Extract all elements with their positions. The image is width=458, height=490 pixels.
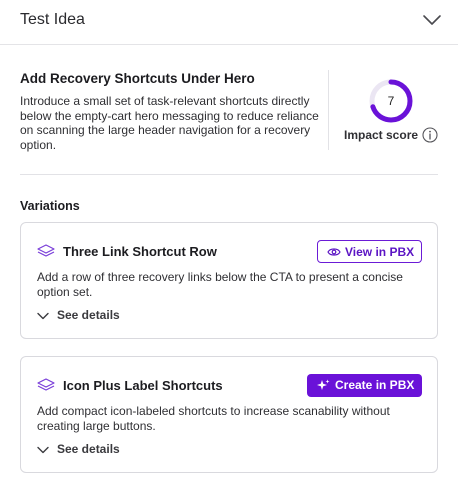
variations-heading: Variations (20, 199, 80, 213)
idea-summary: Add Recovery Shortcuts Under Hero Introd… (20, 70, 440, 180)
panel-header[interactable]: Test Idea (0, 0, 458, 45)
layers-icon (37, 244, 55, 257)
chevron-down-icon (37, 312, 49, 320)
sparkle-icon (317, 379, 330, 390)
create-in-pbx-button[interactable]: Create in PBX (307, 374, 422, 397)
see-details-label: See details (57, 308, 120, 322)
impact-score-label: Impact score (344, 128, 419, 142)
view-in-pbx-label: View in PBX (345, 245, 415, 259)
layers-icon (37, 378, 55, 391)
variation-card: Three Link Shortcut Row View in PBX Add … (20, 222, 438, 339)
info-icon[interactable] (422, 127, 438, 143)
variation-description: Add a row of three recovery links below … (37, 270, 403, 299)
impact-score-value: 7 (387, 94, 395, 108)
section-divider (20, 174, 438, 175)
create-in-pbx-label: Create in PBX (335, 378, 415, 392)
variation-title: Icon Plus Label Shortcuts (63, 378, 223, 393)
chevron-down-icon (37, 446, 49, 454)
see-details-label: See details (57, 442, 120, 456)
variation-card: Icon Plus Label Shortcuts Create in PBX … (20, 356, 438, 473)
chevron-down-icon[interactable] (422, 13, 442, 27)
view-in-pbx-button[interactable]: View in PBX (317, 240, 422, 263)
variation-title: Three Link Shortcut Row (63, 244, 217, 259)
variation-description: Add compact icon-labeled shortcuts to in… (37, 404, 390, 433)
panel-title: Test Idea (20, 11, 85, 28)
vertical-divider (328, 70, 329, 150)
idea-description: Introduce a small set of task-relevant s… (20, 94, 319, 152)
idea-title: Add Recovery Shortcuts Under Hero (20, 71, 255, 86)
eye-icon (327, 248, 341, 256)
